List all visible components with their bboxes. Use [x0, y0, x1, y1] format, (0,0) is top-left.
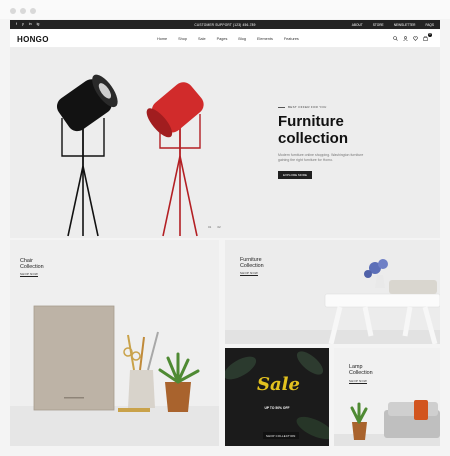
nav-icons: 0 — [393, 33, 432, 42]
hero-eyebrow-text: BEST OFFER FOR YOU — [288, 105, 327, 109]
slider-pagination: 01 02 — [208, 225, 221, 229]
shopping-bag-icon — [423, 35, 428, 42]
nav-item-shop[interactable]: Shop — [178, 37, 187, 41]
hero-description: Modern furniture online shopping. Washin… — [278, 153, 364, 162]
heart-icon[interactable] — [413, 36, 418, 41]
top-link-about[interactable]: ABOUT — [352, 23, 363, 27]
top-links: ABOUT STORE NEWSLETTER FAQS — [352, 23, 434, 27]
hero-title-line2: collection — [278, 130, 349, 147]
site-logo[interactable]: HONGO — [17, 35, 49, 44]
top-link-newsletter[interactable]: NEWSLETTER — [394, 23, 416, 27]
hero-title: Furniture collection — [278, 113, 428, 147]
slide-dot-1[interactable]: 01 — [208, 225, 211, 229]
furniture-collection-tile[interactable]: Furniture Collection SHOP NOW — [225, 240, 440, 344]
nav-item-blog[interactable]: Blog — [238, 37, 246, 41]
window-dot-icon — [20, 8, 26, 14]
hero-text-block: BEST OFFER FOR YOU Furniture collection … — [278, 105, 428, 181]
lamp-collection-tile[interactable]: Lamp Collection SHOP NOW — [334, 348, 440, 446]
nav-item-features[interactable]: Features — [284, 37, 299, 41]
top-link-faqs[interactable]: FAQS — [425, 23, 434, 27]
window-dot-icon — [10, 8, 16, 14]
black-floor-lamp — [56, 74, 118, 237]
cart-count-badge: 0 — [428, 33, 432, 37]
shop-collection-button[interactable]: SHOP COLLECTION — [263, 432, 299, 439]
hero-slider: BEST OFFER FOR YOU Furniture collection … — [10, 48, 440, 238]
nav-item-sale[interactable]: Sale — [198, 37, 206, 41]
white-table-image — [225, 259, 440, 344]
top-link-store[interactable]: STORE — [373, 23, 384, 27]
hero-eyebrow: BEST OFFER FOR YOU — [278, 105, 428, 109]
nav-item-elements[interactable]: Elements — [257, 37, 273, 41]
explore-more-button[interactable]: EXPLORE MORE — [278, 171, 313, 179]
main-nav: HONGO Home Shop Sale Pages Blog Elements… — [10, 29, 440, 48]
sofa-room-image — [334, 400, 440, 446]
eyebrow-line — [278, 106, 285, 108]
browser-chrome — [0, 0, 450, 19]
nav-item-home[interactable]: Home — [157, 37, 167, 41]
search-icon[interactable] — [393, 36, 398, 41]
nav-menu: Home Shop Sale Pages Blog Elements Featu… — [157, 37, 299, 41]
top-bar: f y in ig CUSTOMER SUPPORT (123) 456-789… — [10, 20, 440, 29]
sale-subtitle: UP TO 50% OFF — [264, 406, 290, 410]
user-icon[interactable] — [403, 36, 408, 41]
window-dot-icon — [30, 8, 36, 14]
chair-collection-tile[interactable]: Chair Collection SHOP NOW — [10, 240, 219, 446]
nav-item-pages[interactable]: Pages — [217, 37, 228, 41]
red-floor-lamp — [146, 82, 204, 237]
cart-button[interactable]: 0 — [423, 33, 432, 42]
desk-still-life-image — [10, 305, 219, 446]
sale-headline: Sale — [257, 374, 300, 395]
hero-title-line1: Furniture — [278, 113, 344, 130]
slide-dot-2[interactable]: 02 — [217, 225, 220, 229]
sale-tile[interactable]: Sale UP TO 50% OFF SHOP COLLECTION — [225, 348, 329, 446]
